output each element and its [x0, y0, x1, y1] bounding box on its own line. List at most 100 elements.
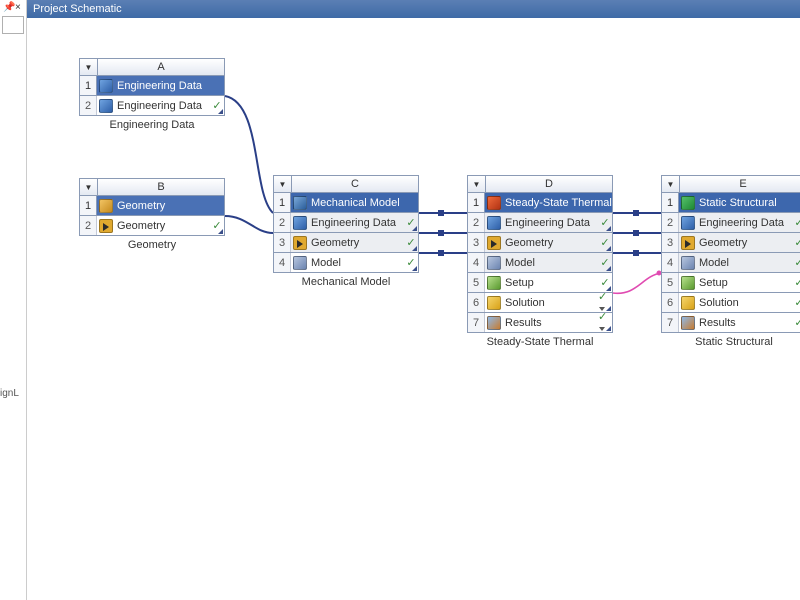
row-number: 2 [274, 213, 291, 232]
toolbox-stub[interactable] [2, 16, 24, 34]
system-c[interactable]: ▼ C 1 Mechanical Model 2Engineering Data… [273, 175, 419, 288]
system-header[interactable]: ▼ C [273, 175, 419, 193]
cell-label: Setup [503, 277, 598, 289]
link-corner-icon [606, 246, 611, 251]
chevron-down-icon[interactable]: ▼ [274, 176, 292, 192]
row-number: 4 [468, 253, 485, 272]
status-check-icon [792, 276, 800, 289]
row-number: 1 [662, 193, 679, 212]
cell-row[interactable]: 4 Model [467, 253, 613, 273]
cell-label: Geometry [503, 237, 598, 249]
engineering-data-icon [679, 216, 697, 230]
cell-row[interactable]: 3 Geometry [467, 233, 613, 253]
cell-row[interactable]: 5Setup [467, 273, 613, 293]
system-e[interactable]: ▼ E 1 Static Structural 2Engineering Dat… [661, 175, 800, 348]
system-title: Static Structural [697, 197, 800, 209]
system-title: Geometry [115, 200, 224, 212]
system-header[interactable]: ▼ A [79, 58, 225, 76]
system-caption[interactable]: Mechanical Model [273, 276, 419, 288]
system-letter: E [680, 178, 800, 190]
link-corner-icon [412, 266, 417, 271]
system-title-row[interactable]: 1 Static Structural [661, 193, 800, 213]
schematic-canvas[interactable]: ▼ A 1 Engineering Data 2Engineering Data… [27, 18, 800, 600]
model-icon [485, 256, 503, 270]
solution-icon [485, 296, 503, 310]
mechanical-model-icon [291, 196, 309, 210]
row-number: 1 [80, 196, 97, 215]
cell-row[interactable]: 2Engineering Data [467, 213, 613, 233]
chevron-down-icon[interactable]: ▼ [662, 176, 680, 192]
status-check-icon [598, 310, 612, 335]
system-caption[interactable]: Geometry [79, 239, 225, 251]
cell-row[interactable]: 2Engineering Data [79, 96, 225, 116]
system-title-row[interactable]: 1 Geometry [79, 196, 225, 216]
cell-row[interactable]: 5Setup [661, 273, 800, 293]
cell-label: Engineering Data [115, 100, 210, 112]
row-number: 4 [662, 253, 679, 272]
system-d[interactable]: ▼ D 1 Steady-State Thermal 2Engineering … [467, 175, 613, 348]
system-title-row[interactable]: 1 Mechanical Model [273, 193, 419, 213]
setup-icon [679, 276, 697, 290]
cell-label: Solution [697, 297, 792, 309]
chevron-down-icon[interactable]: ▼ [80, 59, 98, 75]
status-check-icon [792, 256, 800, 269]
cell-row[interactable]: 6Solution [661, 293, 800, 313]
status-check-icon [792, 236, 800, 249]
model-icon [291, 256, 309, 270]
system-caption[interactable]: Static Structural [661, 336, 800, 348]
system-caption[interactable]: Engineering Data [79, 119, 225, 131]
status-check-icon [792, 216, 800, 229]
cell-row[interactable]: 7Results [661, 313, 800, 333]
cell-row[interactable]: 2Engineering Data [661, 213, 800, 233]
row-number: 2 [662, 213, 679, 232]
row-number: 1 [80, 76, 97, 95]
system-b[interactable]: ▼ B 1 Geometry 2Geometry Geometry [79, 178, 225, 251]
setup-icon [485, 276, 503, 290]
row-number: 7 [468, 313, 485, 332]
cell-row[interactable]: 3 Geometry [661, 233, 800, 253]
cell-label: Model [503, 257, 598, 269]
cell-label: Solution [503, 297, 598, 309]
cell-row[interactable]: 3Geometry [273, 233, 419, 253]
results-icon [485, 316, 503, 330]
system-letter: A [98, 61, 224, 73]
thermal-icon [485, 196, 503, 210]
row-number: 3 [468, 233, 485, 252]
engineering-data-icon [97, 79, 115, 93]
engineering-data-icon [97, 99, 115, 113]
system-header[interactable]: ▼ E [661, 175, 800, 193]
pin-icon[interactable]: 📌 [3, 2, 15, 13]
cell-row[interactable]: 4Model [273, 253, 419, 273]
row-number: 5 [662, 273, 679, 292]
geometry-dm-icon [291, 236, 309, 250]
status-check-icon [792, 316, 800, 329]
cell-label: Model [697, 257, 792, 269]
system-header[interactable]: ▼ D [467, 175, 613, 193]
chevron-down-icon[interactable]: ▼ [468, 176, 486, 192]
system-title: Mechanical Model [309, 197, 418, 209]
results-icon [679, 316, 697, 330]
cell-label: Results [503, 317, 598, 329]
cell-label: Geometry [697, 237, 792, 249]
geometry-dm-icon [679, 236, 697, 250]
system-header[interactable]: ▼ B [79, 178, 225, 196]
row-number: 3 [662, 233, 679, 252]
model-icon [679, 256, 697, 270]
close-icon[interactable]: × [15, 2, 21, 13]
engineering-data-icon [291, 216, 309, 230]
row-number: 1 [274, 193, 291, 212]
link-corner-icon [218, 229, 223, 234]
system-title-row[interactable]: 1 Steady-State Thermal [467, 193, 613, 213]
cell-row[interactable]: 6Solution [467, 293, 613, 313]
link-corner-icon [218, 109, 223, 114]
system-title-row[interactable]: 1 Engineering Data [79, 76, 225, 96]
cell-row[interactable]: 7 Results [467, 313, 613, 333]
cell-label: Model [309, 257, 404, 269]
system-caption[interactable]: Steady-State Thermal [467, 336, 613, 348]
row-number: 2 [468, 213, 485, 232]
cell-row[interactable]: 2Geometry [79, 216, 225, 236]
system-a[interactable]: ▼ A 1 Engineering Data 2Engineering Data… [79, 58, 225, 131]
chevron-down-icon[interactable]: ▼ [80, 179, 98, 195]
cell-row[interactable]: 4 Model [661, 253, 800, 273]
cell-row[interactable]: 2Engineering Data [273, 213, 419, 233]
